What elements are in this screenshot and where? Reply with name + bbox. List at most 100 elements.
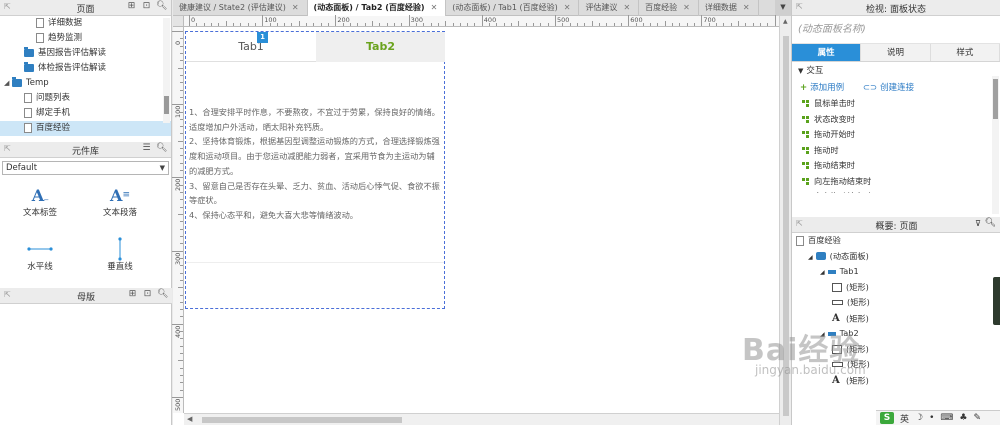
widget-vertical-line[interactable]: 垂直线 bbox=[80, 237, 160, 272]
ruler-tick bbox=[767, 23, 769, 26]
tab1-button[interactable]: Tab1 bbox=[186, 32, 316, 62]
widget-text-label[interactable]: A _ 文本标签 bbox=[0, 184, 80, 219]
outline-item[interactable]: ◢ Tab1 bbox=[792, 264, 1000, 280]
inspector-scrollbar[interactable] bbox=[992, 76, 999, 214]
add-case-link[interactable]: 添加用例 bbox=[810, 83, 844, 93]
widget-label: 垂直线 bbox=[107, 262, 133, 272]
document-tab[interactable]: (动态面板) / Tab1 (百度经验) ✕ bbox=[446, 0, 580, 16]
chevron-down-icon[interactable]: ◢ bbox=[820, 269, 825, 276]
library-select[interactable]: Default ▼ bbox=[2, 161, 169, 175]
event-item[interactable]: 拖动结束时 bbox=[792, 158, 1000, 174]
tool-icon[interactable]: ✎ bbox=[973, 413, 981, 423]
close-icon[interactable]: ✕ bbox=[683, 3, 690, 12]
ruler-tick bbox=[745, 23, 747, 26]
search-icon[interactable]: 🔍︎ bbox=[985, 218, 996, 228]
outline-item[interactable]: (矩形) bbox=[792, 280, 1000, 296]
interaction-actions: + 添加用例 ⊂⊃ 创建连接 bbox=[792, 80, 1000, 96]
search-icon[interactable]: 🔍︎ bbox=[156, 1, 167, 12]
scroll-up-icon[interactable]: ▲ bbox=[783, 18, 788, 25]
ruler-tick bbox=[503, 23, 505, 26]
search-icon[interactable]: 🔍︎ bbox=[156, 143, 167, 154]
event-item[interactable]: 鼠标单击时 bbox=[792, 96, 1000, 112]
page-tree-item[interactable]: 绑定手机 bbox=[0, 106, 171, 121]
event-item[interactable]: 状态改变时 bbox=[792, 112, 1000, 128]
event-icon bbox=[802, 177, 810, 186]
ruler-tick bbox=[178, 360, 183, 362]
shirt-icon[interactable]: ♣ bbox=[959, 413, 967, 423]
widget-text-paragraph[interactable]: A ≡ 文本段落 bbox=[80, 184, 160, 219]
panel-name-placeholder: (动态面板名称) bbox=[798, 24, 866, 35]
widget-grid: A _ 文本标签 A ≡ 文本段落 水平线 垂直线 bbox=[0, 178, 171, 288]
page-tree-item[interactable]: 问题列表 bbox=[0, 91, 171, 106]
close-icon[interactable]: ✕ bbox=[431, 3, 438, 12]
masters-panel-header: ⇱ 母版 ⊞ ⊡ 🔍︎ bbox=[0, 288, 172, 304]
outline-label: (动态面板) bbox=[829, 250, 869, 261]
document-tab[interactable]: 健康建议 / State2 (评估建议) ✕ bbox=[173, 0, 308, 16]
page-tree-label: 问题列表 bbox=[36, 93, 71, 103]
create-link-link[interactable]: 创建连接 bbox=[880, 83, 914, 93]
ruler-tick bbox=[620, 23, 622, 26]
page-tree-item[interactable]: 百度经验 bbox=[0, 121, 171, 136]
dynamic-panel[interactable]: Tab1 1 Tab2 1、合理安排平时作息，不要熬夜，不宜过于劳累，保持良好的… bbox=[185, 31, 445, 309]
close-icon[interactable]: ✕ bbox=[743, 3, 750, 12]
side-widget[interactable] bbox=[993, 277, 1000, 325]
dot-icon[interactable]: • bbox=[929, 413, 934, 423]
close-icon[interactable]: ✕ bbox=[564, 3, 571, 12]
event-item[interactable]: 向右拖动结束时 bbox=[792, 189, 1000, 193]
document-tab[interactable]: 评估建议 ✕ bbox=[579, 0, 640, 16]
close-icon[interactable]: ✕ bbox=[623, 3, 630, 12]
event-item[interactable]: 拖动时 bbox=[792, 143, 1000, 159]
outline-item[interactable]: (矩形) bbox=[792, 295, 1000, 311]
keyboard-icon[interactable]: ⌨ bbox=[940, 413, 953, 423]
advice-text-block[interactable]: 1、合理安排平时作息，不要熬夜，不宜过于劳累，保持良好的情绪。适度增加户外活动，… bbox=[189, 105, 441, 223]
interaction-section[interactable]: ▼ 交互 bbox=[792, 62, 1000, 80]
document-tab[interactable]: (动态面板) / Tab2 (百度经验) ✕ bbox=[307, 0, 447, 16]
ime-mode-label[interactable]: 英 bbox=[900, 412, 909, 425]
outline-item[interactable]: A (矩形) bbox=[792, 311, 1000, 327]
tab-properties[interactable]: 属性 bbox=[792, 44, 862, 61]
chevron-down-icon[interactable]: ◢ bbox=[808, 254, 813, 261]
ruler-tick bbox=[180, 96, 183, 98]
document-tab[interactable]: 详细数据 ✕ bbox=[699, 0, 759, 16]
add-page-icon[interactable]: ⊞ bbox=[126, 1, 137, 12]
event-item[interactable]: 拖动开始时 bbox=[792, 127, 1000, 143]
inspector-title: 检视: 面板状态 bbox=[866, 5, 926, 15]
search-icon[interactable]: 🔍︎ bbox=[157, 289, 168, 300]
tab-overflow-button[interactable]: ▼ bbox=[775, 0, 791, 16]
ruler-tick bbox=[180, 316, 183, 318]
ruler-tick bbox=[180, 243, 183, 245]
interaction-badge[interactable]: 1 bbox=[257, 32, 268, 43]
event-item[interactable]: 向左拖动结束时 bbox=[792, 174, 1000, 190]
tab-notes[interactable]: 说明 bbox=[861, 44, 931, 61]
ruler-tick bbox=[533, 23, 535, 26]
add-folder-icon[interactable]: ⊡ bbox=[142, 289, 153, 300]
document-tab[interactable]: 百度经验 ✕ bbox=[639, 0, 699, 16]
add-master-icon[interactable]: ⊞ bbox=[127, 289, 138, 300]
page-tree-item[interactable]: 基因报告评估解读 bbox=[0, 46, 171, 61]
scroll-left-icon[interactable]: ◀ bbox=[187, 415, 192, 423]
close-icon[interactable]: ✕ bbox=[292, 3, 299, 12]
ruler-tick bbox=[357, 23, 359, 26]
horizontal-scrollbar[interactable]: ◀ bbox=[184, 413, 779, 425]
link-icon: ⊂⊃ bbox=[862, 83, 878, 93]
ruler-tick bbox=[613, 23, 615, 26]
tab2-button[interactable]: Tab2 bbox=[316, 32, 445, 62]
page-tree-item[interactable]: 详细数据 bbox=[0, 16, 171, 31]
add-folder-icon[interactable]: ⊡ bbox=[141, 1, 152, 12]
widget-horizontal-line[interactable]: 水平线 bbox=[0, 238, 80, 272]
design-canvas[interactable]: Tab1 1 Tab2 1、合理安排平时作息，不要熬夜，不宜过于劳累，保持良好的… bbox=[185, 28, 779, 413]
page-tree-item[interactable]: 体检报告评估解读 bbox=[0, 61, 171, 76]
sogou-ime-icon[interactable]: S bbox=[880, 412, 894, 424]
page-tree-scrollbar[interactable] bbox=[163, 18, 170, 123]
page-tree-item[interactable]: 趋势监测 bbox=[0, 31, 171, 46]
outline-item[interactable]: ◢ (动态面板) bbox=[792, 249, 1000, 265]
inspector-header: ⇱ 检视: 面板状态 bbox=[792, 0, 1000, 16]
panel-name-field[interactable]: (动态面板名称) bbox=[792, 16, 1000, 44]
outline-item[interactable]: 百度经验 bbox=[792, 233, 1000, 249]
page-tree-item[interactable]: ◢ Temp bbox=[0, 76, 171, 91]
chevron-down-icon[interactable]: ◢ bbox=[4, 76, 12, 91]
menu-icon[interactable]: ☰ bbox=[141, 143, 152, 154]
moon-icon[interactable]: ☽ bbox=[915, 413, 923, 423]
tab-style[interactable]: 样式 bbox=[930, 44, 1000, 61]
filter-icon[interactable]: ⊽ bbox=[975, 219, 981, 228]
